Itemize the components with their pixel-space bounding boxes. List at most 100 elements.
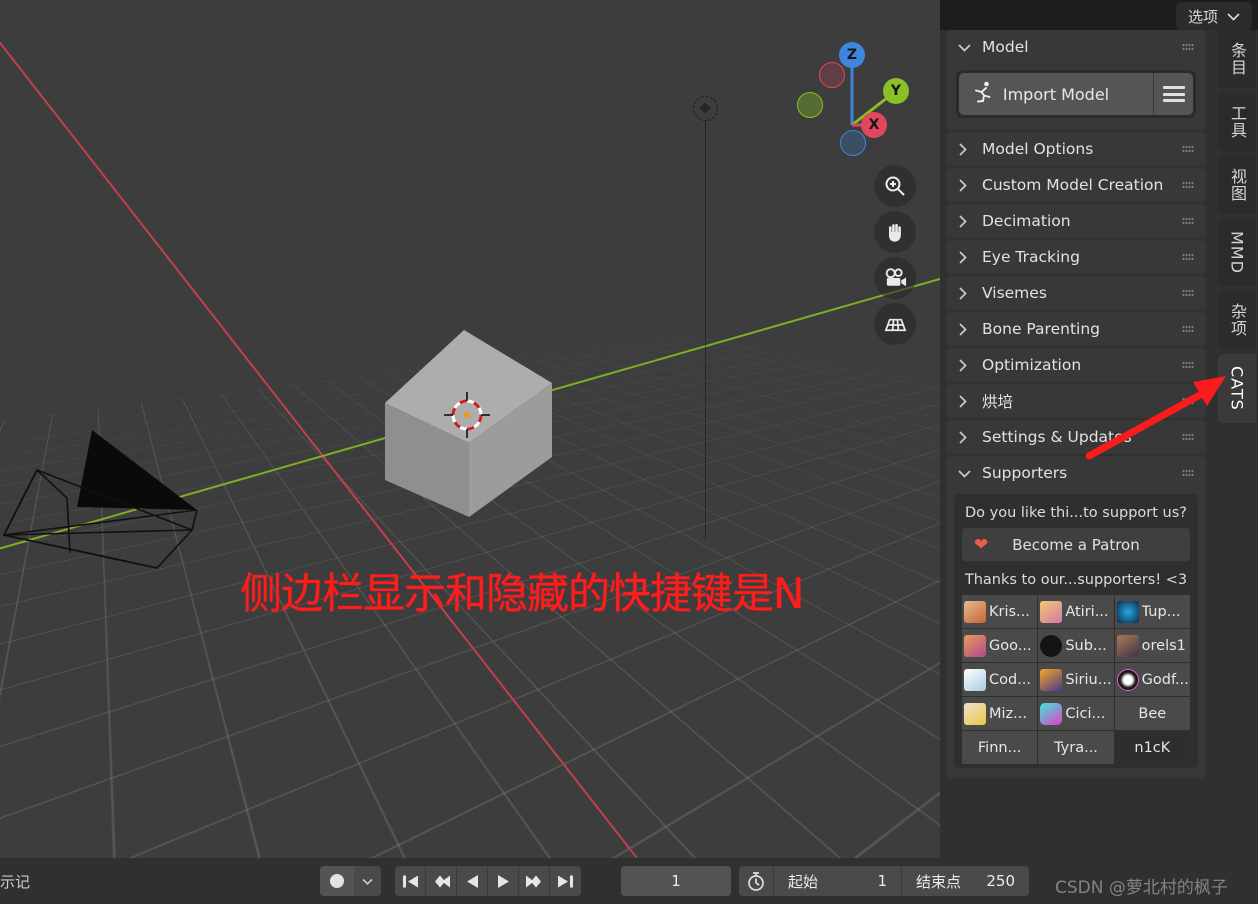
- frame-end-field[interactable]: 结束点 250: [901, 866, 1029, 896]
- panel-header-supporters[interactable]: Supporters: [946, 456, 1206, 490]
- supporter-cell[interactable]: Cici...: [1038, 697, 1114, 730]
- record-dot-icon[interactable]: [320, 874, 354, 888]
- panel-optimization[interactable]: Optimization: [946, 348, 1206, 382]
- tab-misc[interactable]: 杂项: [1218, 290, 1256, 349]
- zoom-icon[interactable]: [874, 165, 916, 207]
- orthographic-grid-icon[interactable]: [874, 303, 916, 345]
- panel-baking[interactable]: 烘培: [946, 384, 1206, 418]
- supporter-cell[interactable]: Tup...: [1114, 595, 1190, 628]
- panel-visemes[interactable]: Visemes: [946, 276, 1206, 310]
- panel-drag-grip[interactable]: [1182, 289, 1194, 297]
- pan-hand-icon[interactable]: [874, 211, 916, 253]
- next-keyframe-icon[interactable]: [519, 866, 550, 896]
- chevron-right-icon[interactable]: [958, 214, 972, 228]
- gizmo-axis--x[interactable]: [819, 62, 845, 88]
- panel-header-eye-tracking[interactable]: Eye Tracking: [946, 240, 1206, 274]
- panel-custom-model-creation[interactable]: Custom Model Creation: [946, 168, 1206, 202]
- cats-sidebar[interactable]: Model Import Model Model Options Custom …: [940, 30, 1218, 858]
- supporter-cell[interactable]: Sub...: [1038, 629, 1114, 662]
- play-reverse-icon[interactable]: [457, 866, 488, 896]
- frame-start-field[interactable]: 起始 1: [773, 866, 901, 896]
- hamburger-menu-icon[interactable]: [1153, 73, 1193, 115]
- panel-header-settings-updates[interactable]: Settings & Updates: [946, 420, 1206, 454]
- frame-range-group[interactable]: 起始 1 结束点 250: [739, 866, 1029, 896]
- supporters-grid[interactable]: Kris... Atiri... Tup... Goo... Sub... or…: [962, 595, 1190, 764]
- playback-controls[interactable]: [395, 866, 581, 896]
- chevron-right-icon[interactable]: [958, 358, 972, 372]
- chevron-down-icon[interactable]: [958, 469, 972, 478]
- supporter-cell[interactable]: Tyra...: [1038, 731, 1114, 764]
- camera-icon[interactable]: [874, 257, 916, 299]
- tab-mmd[interactable]: MMD: [1218, 219, 1256, 286]
- supporter-cell[interactable]: Siriu...: [1038, 663, 1114, 696]
- panel-model-options[interactable]: Model Options: [946, 132, 1206, 166]
- panel-drag-grip[interactable]: [1182, 325, 1194, 333]
- supporter-cell[interactable]: Cod...: [962, 663, 1038, 696]
- light-object[interactable]: [693, 96, 718, 121]
- chevron-right-icon[interactable]: [958, 178, 972, 192]
- current-frame-field[interactable]: 1: [621, 866, 731, 896]
- supporter-cell[interactable]: Finn...: [962, 731, 1038, 764]
- gizmo-axis-z[interactable]: Z: [839, 42, 865, 68]
- panel-model[interactable]: Model Import Model: [946, 30, 1206, 130]
- play-icon[interactable]: [488, 866, 519, 896]
- panel-drag-grip[interactable]: [1182, 43, 1194, 51]
- panel-header-visemes[interactable]: Visemes: [946, 276, 1206, 310]
- jump-to-end-icon[interactable]: [550, 866, 581, 896]
- panel-drag-grip[interactable]: [1182, 361, 1194, 369]
- chevron-down-icon[interactable]: [958, 43, 972, 52]
- become-a-patron-button[interactable]: ❤ Become a Patron: [962, 528, 1190, 561]
- panel-header-model[interactable]: Model: [946, 30, 1206, 64]
- panel-decimation[interactable]: Decimation: [946, 204, 1206, 238]
- timeline-bar[interactable]: 示记 1 起始 1 结束点 250: [0, 858, 1258, 904]
- panel-header-decimation[interactable]: Decimation: [946, 204, 1206, 238]
- panel-drag-grip[interactable]: [1182, 253, 1194, 261]
- navigation-gizmo[interactable]: Z Y X: [795, 40, 915, 156]
- supporter-cell[interactable]: Miz...: [962, 697, 1038, 730]
- stopwatch-icon[interactable]: [739, 871, 773, 892]
- chevron-right-icon[interactable]: [958, 250, 972, 264]
- tab-cats[interactable]: CATS: [1218, 353, 1256, 423]
- chevron-down-icon[interactable]: [354, 866, 381, 896]
- supporter-cell[interactable]: Kris...: [962, 595, 1038, 628]
- supporter-cell[interactable]: Atiri...: [1038, 595, 1114, 628]
- supporter-cell[interactable]: Goo...: [962, 629, 1038, 662]
- supporter-cell[interactable]: orels1: [1114, 629, 1190, 662]
- gizmo-axis--z[interactable]: [840, 130, 866, 156]
- supporter-cell[interactable]: n1cK: [1114, 731, 1190, 764]
- sidebar-scroll-area[interactable]: Model Import Model Model Options Custom …: [940, 30, 1212, 780]
- panel-header-baking[interactable]: 烘培: [946, 384, 1206, 418]
- panel-drag-grip[interactable]: [1182, 181, 1194, 189]
- gizmo-axis-x[interactable]: X: [861, 112, 887, 138]
- panel-drag-grip[interactable]: [1182, 217, 1194, 225]
- 3d-viewport[interactable]: Z Y X 侧边栏显示和隐藏的快捷键是N: [0, 0, 940, 858]
- panel-eye-tracking[interactable]: Eye Tracking: [946, 240, 1206, 274]
- panel-drag-grip[interactable]: [1182, 469, 1194, 477]
- viewport-tool-buttons[interactable]: [874, 165, 916, 349]
- chevron-right-icon[interactable]: [958, 322, 972, 336]
- sidebar-tab-strip[interactable]: 条目 工具 视图 MMD 杂项 CATS: [1218, 30, 1258, 858]
- chevron-right-icon[interactable]: [958, 142, 972, 156]
- timeline-record-group[interactable]: [320, 866, 581, 896]
- chevron-right-icon[interactable]: [958, 430, 972, 444]
- auto-keying-toggle[interactable]: [320, 866, 381, 896]
- panel-settings-updates[interactable]: Settings & Updates: [946, 420, 1206, 454]
- panel-header-model-options[interactable]: Model Options: [946, 132, 1206, 166]
- chevron-right-icon[interactable]: [958, 286, 972, 300]
- panel-supporters[interactable]: Supporters Do you like thi...to support …: [946, 456, 1206, 778]
- options-dropdown[interactable]: 选项: [1175, 2, 1252, 30]
- gizmo-axis-y[interactable]: Y: [883, 78, 909, 104]
- panel-header-bone-parenting[interactable]: Bone Parenting: [946, 312, 1206, 346]
- tab-tools[interactable]: 工具: [1218, 93, 1256, 151]
- tab-view[interactable]: 视图: [1218, 156, 1256, 214]
- panel-bone-parenting[interactable]: Bone Parenting: [946, 312, 1206, 346]
- prev-keyframe-icon[interactable]: [426, 866, 457, 896]
- supporter-cell[interactable]: Bee: [1114, 697, 1190, 730]
- camera-object[interactable]: [0, 425, 207, 570]
- panel-header-optimization[interactable]: Optimization: [946, 348, 1206, 382]
- import-model-row[interactable]: Import Model: [956, 70, 1196, 118]
- panel-drag-grip[interactable]: [1182, 433, 1194, 441]
- supporter-cell[interactable]: Godf...: [1114, 663, 1190, 696]
- panel-drag-grip[interactable]: [1182, 145, 1194, 153]
- panel-header-custom-model-creation[interactable]: Custom Model Creation: [946, 168, 1206, 202]
